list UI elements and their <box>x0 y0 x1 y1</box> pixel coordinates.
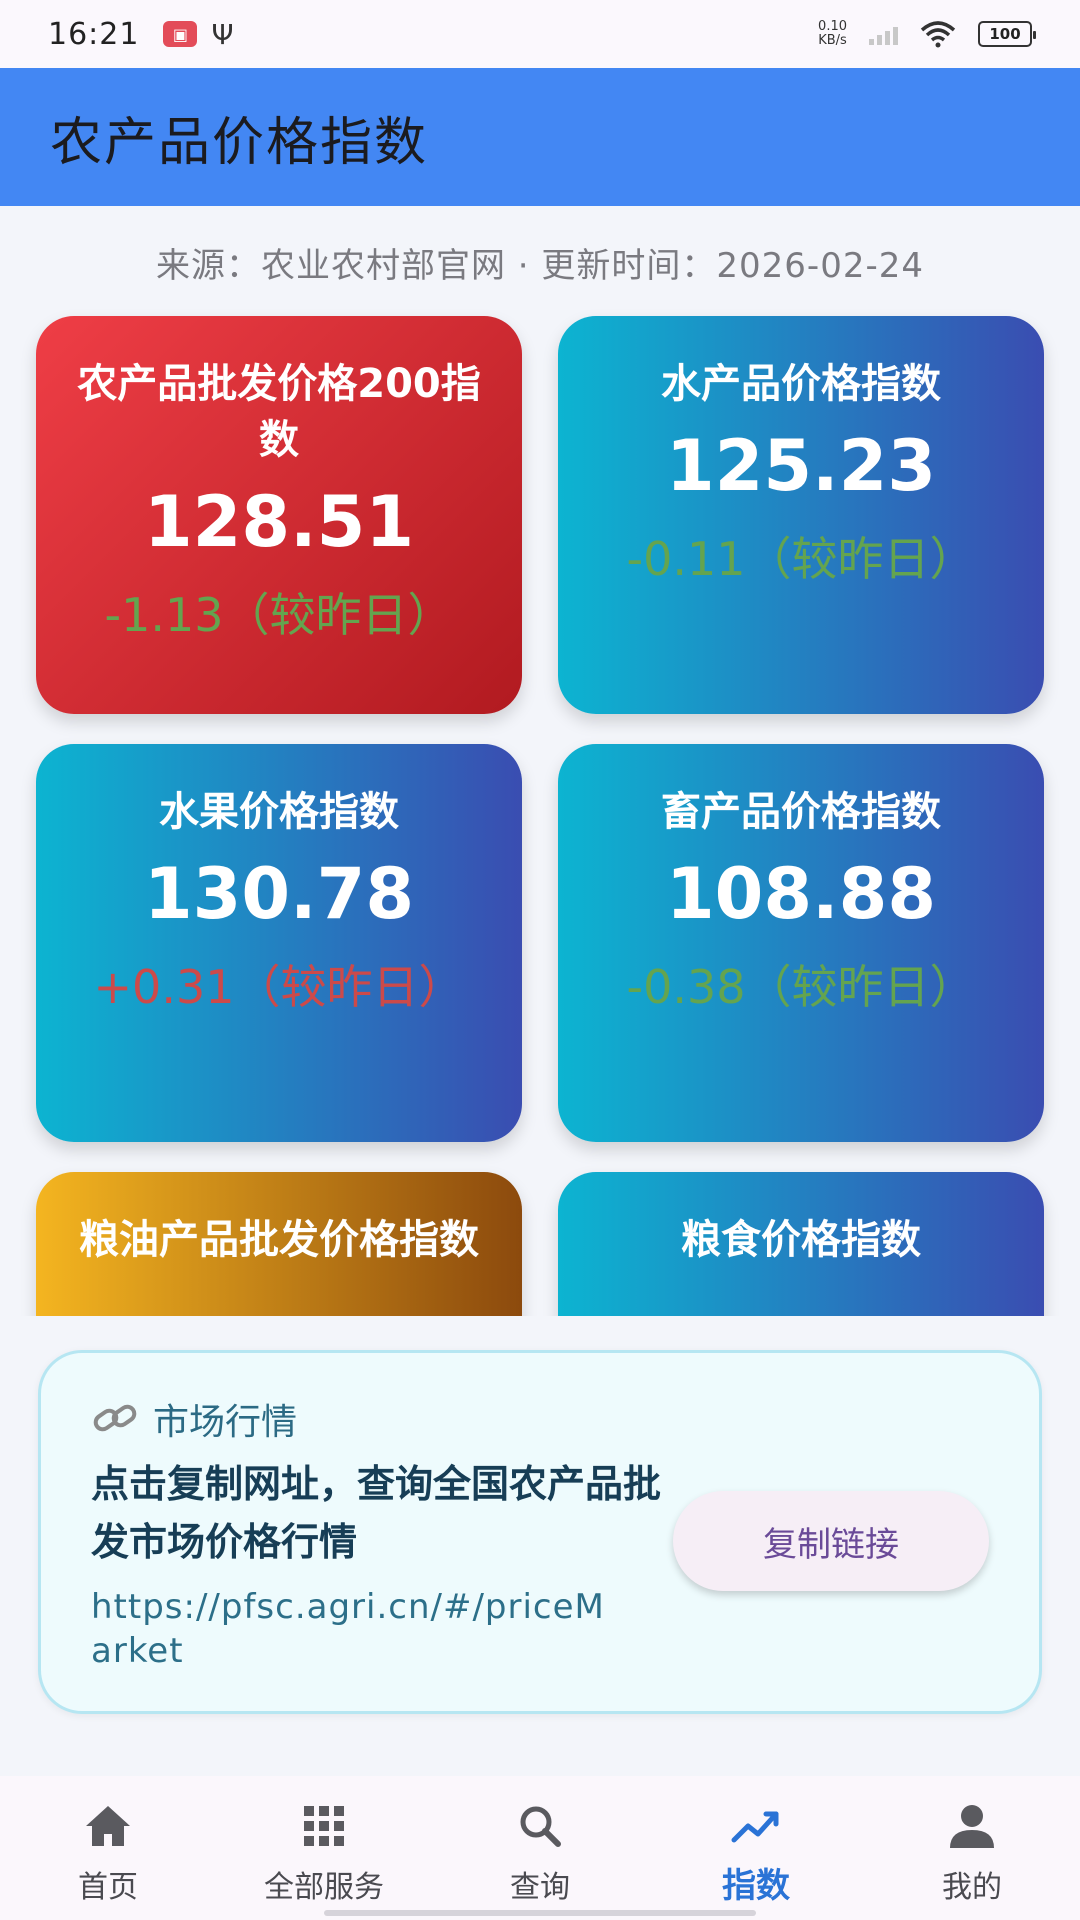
status-bar: 16:21 ▣ Ψ 0.10 KB/s 100 <box>0 0 1080 68</box>
card-value: 125.23 <box>665 425 937 507</box>
card-value: 108.88 <box>665 853 937 935</box>
signal-icon <box>869 23 898 45</box>
index-card-wholesale-200[interactable]: 农产品批发价格200指数 128.51 -1.13（较昨日） <box>36 316 522 714</box>
card-change: -0.11（较昨日） <box>626 532 976 586</box>
nav-label: 我的 <box>942 1870 1002 1905</box>
network-speed: 0.10 KB/s <box>818 19 847 48</box>
card-change: -0.38（较昨日） <box>626 960 976 1014</box>
search-icon <box>520 1806 561 1847</box>
card-change: -1.13（较昨日） <box>104 588 454 642</box>
copy-link-button[interactable]: 复制链接 <box>673 1491 989 1591</box>
source-update-line: 来源：农业农村部官网 · 更新时间：2026-02-24 <box>155 246 924 286</box>
home-indicator <box>324 1910 756 1916</box>
index-card-aquatic[interactable]: 水产品价格指数 125.23 -0.11（较昨日） <box>558 316 1044 714</box>
app-header: 农产品价格指数 <box>0 68 1080 206</box>
index-card-grid[interactable]: 农产品批发价格200指数 128.51 -1.13（较昨日） 水产品价格指数 1… <box>0 300 1080 1316</box>
app-notification-icon: ▣ <box>163 21 198 47</box>
link-icon <box>93 1404 137 1432</box>
battery-icon: 100 <box>978 21 1036 47</box>
market-url[interactable]: https://pfsc.agri.cn/#/priceMarket <box>91 1585 611 1673</box>
card-title: 畜产品价格指数 <box>661 789 941 835</box>
index-card-grain[interactable]: 粮食价格指数 <box>558 1172 1044 1316</box>
bottom-nav: 首页 全部服务 查询 指数 我的 <box>0 1776 1080 1920</box>
card-change: +0.31（较昨日） <box>93 960 465 1014</box>
card-value: 130.78 <box>143 853 415 935</box>
nav-item-search[interactable]: 查询 <box>432 1776 648 1920</box>
home-icon <box>86 1806 130 1846</box>
usb-icon: Ψ <box>211 17 234 51</box>
market-label: 市场行情 <box>153 1402 298 1443</box>
card-title: 水产品价格指数 <box>661 361 941 407</box>
trend-icon <box>731 1811 779 1843</box>
index-card-grain-oil[interactable]: 粮油产品批发价格指数 <box>36 1172 522 1316</box>
card-title: 农产品批发价格200指数 <box>77 361 481 463</box>
user-icon <box>950 1805 994 1848</box>
card-value: 128.51 <box>143 481 415 563</box>
nav-item-home[interactable]: 首页 <box>0 1776 216 1920</box>
status-time: 16:21 <box>48 16 140 52</box>
nav-label: 指数 <box>722 1866 790 1906</box>
market-description: 点击复制网址，查询全国农产品批发市场价格行情 <box>91 1462 662 1564</box>
nav-label: 全部服务 <box>264 1870 384 1905</box>
nav-label: 首页 <box>78 1870 138 1905</box>
card-title: 粮食价格指数 <box>681 1217 921 1263</box>
wifi-icon <box>920 21 956 48</box>
page-title: 农产品价格指数 <box>50 112 429 173</box>
market-panel: 市场行情 点击复制网址，查询全国农产品批发市场价格行情 https://pfsc… <box>38 1350 1042 1714</box>
nav-item-all-services[interactable]: 全部服务 <box>216 1776 432 1920</box>
card-title: 水果价格指数 <box>159 789 399 835</box>
index-card-livestock[interactable]: 畜产品价格指数 108.88 -0.38（较昨日） <box>558 744 1044 1142</box>
grid-icon <box>304 1806 344 1846</box>
nav-item-index[interactable]: 指数 <box>648 1776 864 1920</box>
index-card-fruit[interactable]: 水果价格指数 130.78 +0.31（较昨日） <box>36 744 522 1142</box>
card-title: 粮油产品批发价格指数 <box>79 1217 479 1263</box>
nav-item-mine[interactable]: 我的 <box>864 1776 1080 1920</box>
nav-label: 查询 <box>510 1870 570 1905</box>
